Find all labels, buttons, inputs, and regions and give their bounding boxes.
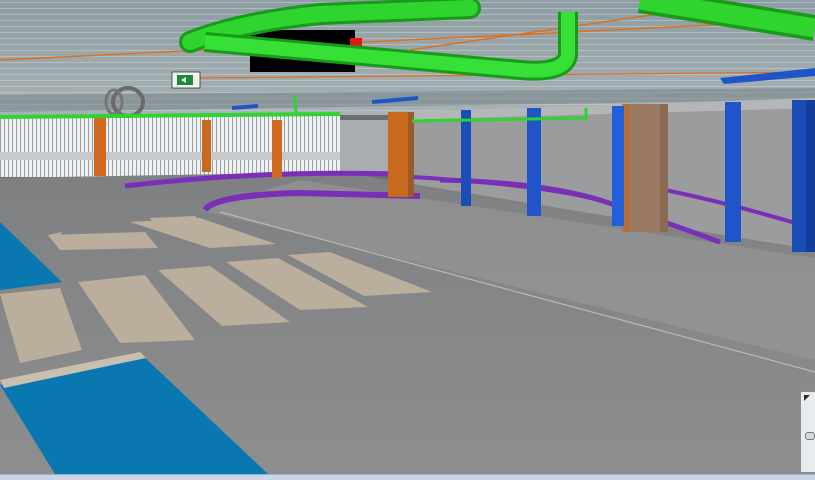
viewcube-icon[interactable] bbox=[800, 391, 815, 473]
garage-scene bbox=[0, 0, 815, 474]
viewcube-knob-icon[interactable] bbox=[805, 432, 815, 440]
back-perimeter-wall bbox=[0, 115, 400, 177]
viewcube-corner-icon bbox=[804, 395, 810, 401]
status-strip bbox=[0, 474, 815, 480]
3d-viewport[interactable] bbox=[0, 0, 815, 480]
